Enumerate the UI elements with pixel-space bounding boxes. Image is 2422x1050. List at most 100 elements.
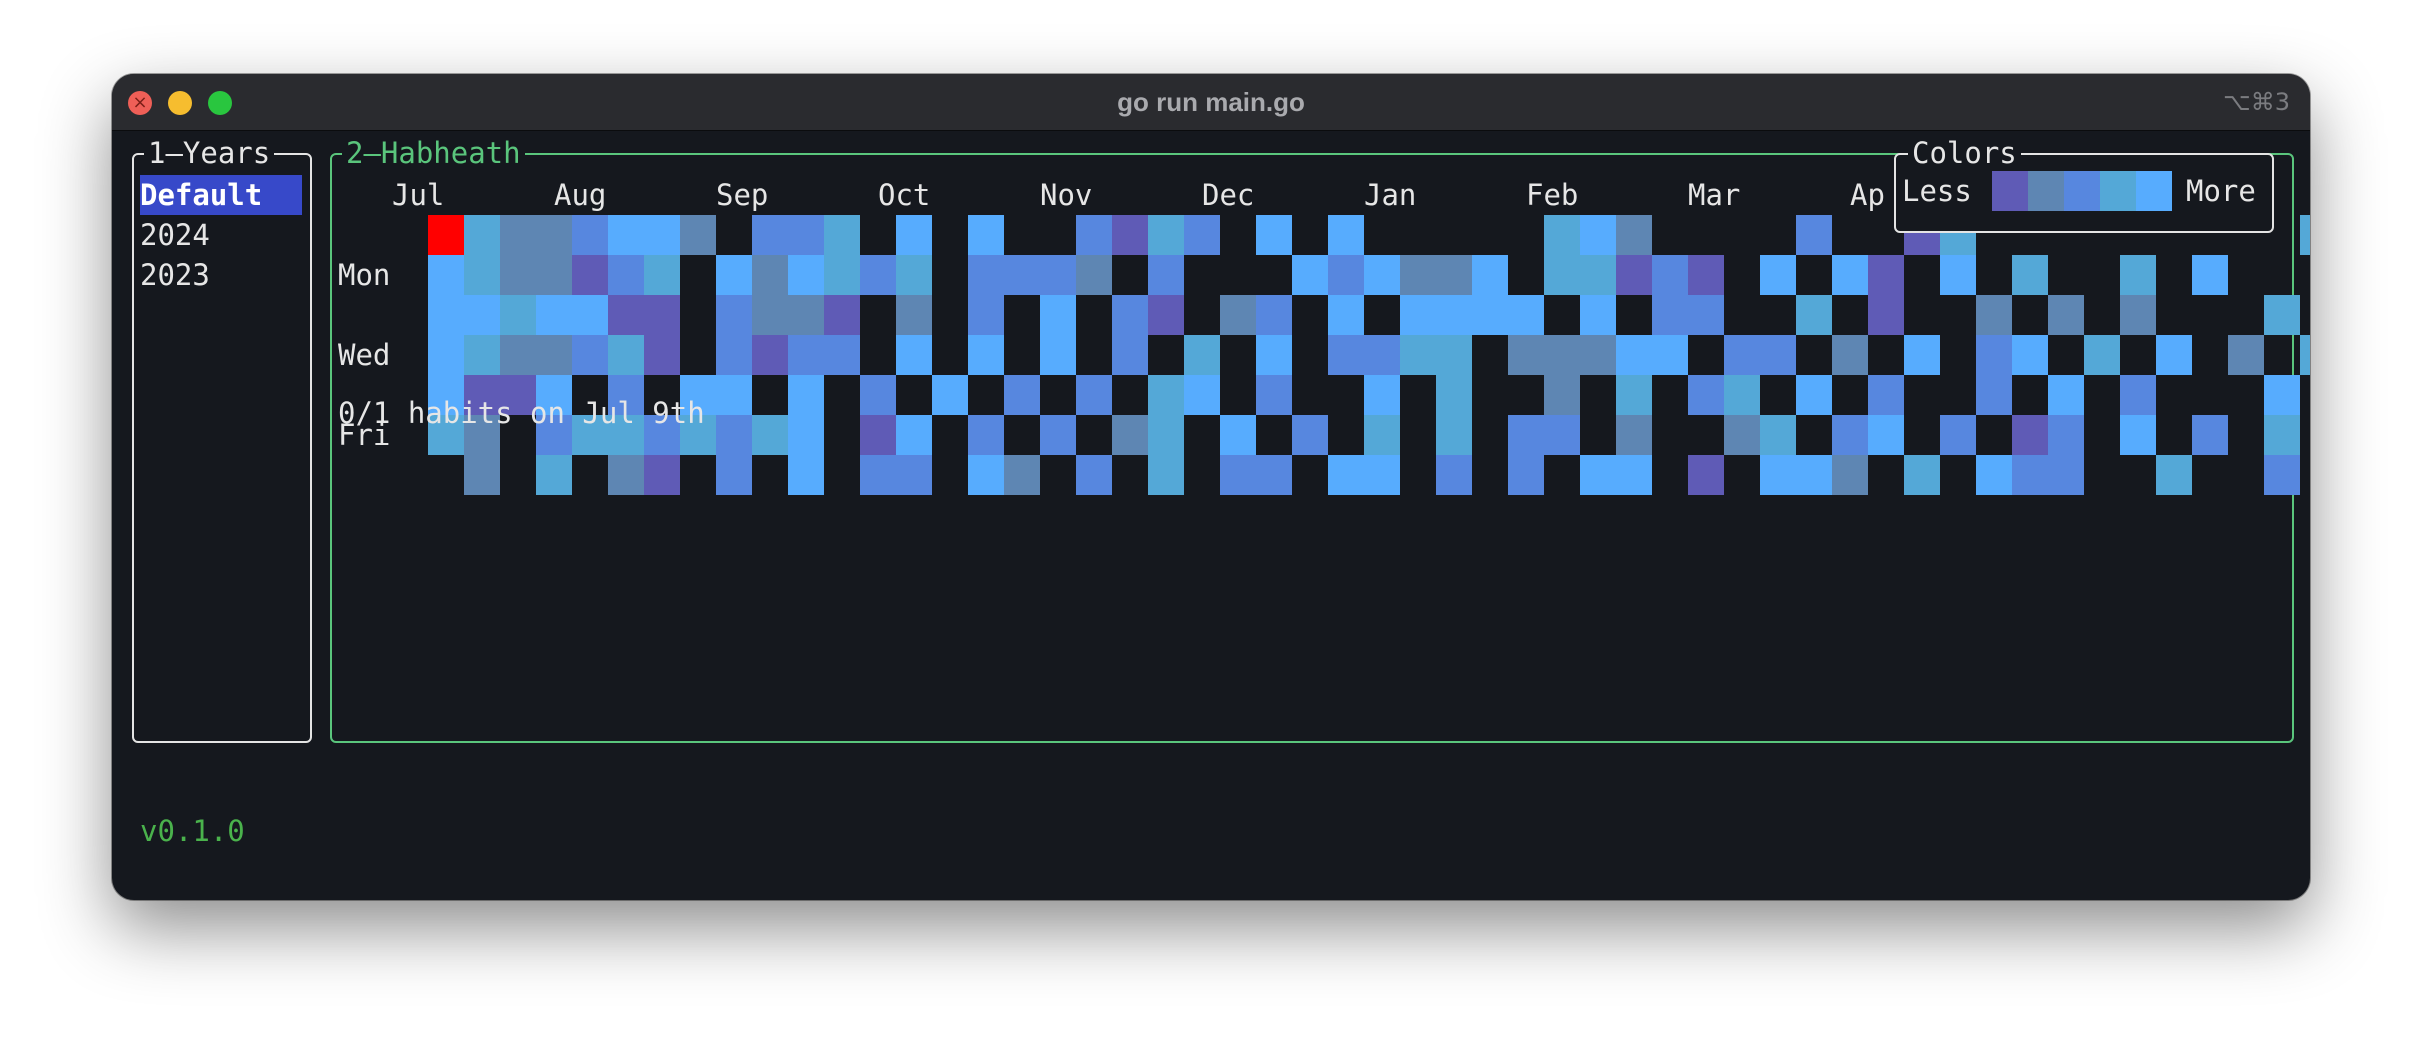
day-cell[interactable] xyxy=(464,215,500,255)
day-cell[interactable] xyxy=(2120,255,2156,295)
day-cell[interactable] xyxy=(608,255,644,295)
day-cell[interactable] xyxy=(1760,455,1796,495)
day-cell[interactable] xyxy=(1508,335,1544,375)
day-cell[interactable] xyxy=(1256,215,1292,255)
day-cell[interactable] xyxy=(968,335,1004,375)
day-cell[interactable] xyxy=(572,255,608,295)
day-cell[interactable] xyxy=(2048,415,2084,455)
day-cell[interactable] xyxy=(968,255,1004,295)
day-cell[interactable] xyxy=(1832,455,1868,495)
day-cell[interactable] xyxy=(1112,335,1148,375)
day-cell[interactable] xyxy=(1904,455,1940,495)
day-cell[interactable] xyxy=(1760,255,1796,295)
day-cell[interactable] xyxy=(1040,295,1076,335)
day-cell[interactable] xyxy=(2264,295,2300,335)
day-cell[interactable] xyxy=(932,375,968,415)
day-cell[interactable] xyxy=(716,295,752,335)
day-cell[interactable] xyxy=(608,335,644,375)
day-cell[interactable] xyxy=(2264,455,2300,495)
day-cell[interactable] xyxy=(2120,415,2156,455)
day-cell[interactable] xyxy=(716,375,752,415)
day-cell[interactable] xyxy=(428,335,464,375)
day-cell[interactable] xyxy=(896,215,932,255)
day-cell[interactable] xyxy=(1616,255,1652,295)
day-cell[interactable] xyxy=(1868,375,1904,415)
day-cell[interactable] xyxy=(500,295,536,335)
day-cell[interactable] xyxy=(1580,295,1616,335)
day-cell[interactable] xyxy=(1436,295,1472,335)
day-cell[interactable] xyxy=(716,455,752,495)
day-cell[interactable] xyxy=(2156,335,2192,375)
day-cell[interactable] xyxy=(788,455,824,495)
day-cell[interactable] xyxy=(464,335,500,375)
day-cell[interactable] xyxy=(860,375,896,415)
day-cell[interactable] xyxy=(896,295,932,335)
day-cell[interactable] xyxy=(1796,375,1832,415)
day-cell[interactable] xyxy=(428,295,464,335)
day-cell[interactable] xyxy=(1112,295,1148,335)
day-cell[interactable] xyxy=(1364,455,1400,495)
day-cell[interactable] xyxy=(1436,455,1472,495)
day-cell[interactable] xyxy=(2192,255,2228,295)
day-cell[interactable] xyxy=(968,295,1004,335)
day-cell[interactable] xyxy=(1148,295,1184,335)
day-cell[interactable] xyxy=(1256,455,1292,495)
day-cell[interactable] xyxy=(2264,375,2300,415)
day-cell[interactable] xyxy=(464,455,500,495)
day-cell[interactable] xyxy=(1580,455,1616,495)
day-cell[interactable] xyxy=(752,335,788,375)
day-cell[interactable] xyxy=(1796,215,1832,255)
day-cell[interactable] xyxy=(2012,255,2048,295)
day-cell[interactable] xyxy=(1976,295,2012,335)
day-cell[interactable] xyxy=(1148,415,1184,455)
day-cell[interactable] xyxy=(644,455,680,495)
day-cell[interactable] xyxy=(1688,455,1724,495)
day-cell[interactable] xyxy=(2228,335,2264,375)
day-cell[interactable] xyxy=(896,415,932,455)
day-cell[interactable] xyxy=(1688,295,1724,335)
day-cell[interactable] xyxy=(1904,335,1940,375)
day-cell[interactable] xyxy=(428,255,464,295)
day-cell[interactable] xyxy=(788,295,824,335)
day-cell[interactable] xyxy=(1004,375,1040,415)
day-cell[interactable] xyxy=(1868,295,1904,335)
day-cell[interactable] xyxy=(716,415,752,455)
day-cell[interactable] xyxy=(500,215,536,255)
day-cell[interactable] xyxy=(1328,295,1364,335)
day-cell[interactable] xyxy=(896,455,932,495)
day-cell[interactable] xyxy=(968,455,1004,495)
day-cell[interactable] xyxy=(896,255,932,295)
day-cell[interactable] xyxy=(1544,335,1580,375)
day-cell[interactable] xyxy=(536,215,572,255)
day-cell[interactable] xyxy=(788,335,824,375)
day-cell[interactable] xyxy=(1868,415,1904,455)
day-cell[interactable] xyxy=(1076,255,1112,295)
day-cell[interactable] xyxy=(1724,335,1760,375)
day-cell[interactable] xyxy=(752,295,788,335)
day-cell[interactable] xyxy=(1400,295,1436,335)
day-cell[interactable] xyxy=(608,215,644,255)
day-cell[interactable] xyxy=(2156,455,2192,495)
day-cell[interactable] xyxy=(644,335,680,375)
day-cell[interactable] xyxy=(1004,255,1040,295)
day-cell[interactable] xyxy=(1040,335,1076,375)
day-cell[interactable] xyxy=(1364,415,1400,455)
day-cell[interactable] xyxy=(2264,415,2300,455)
day-cell[interactable] xyxy=(1616,215,1652,255)
day-cell[interactable] xyxy=(1832,415,1868,455)
day-cell[interactable] xyxy=(824,215,860,255)
day-cell[interactable] xyxy=(1220,455,1256,495)
day-cell[interactable] xyxy=(644,255,680,295)
day-cell[interactable] xyxy=(1976,455,2012,495)
day-cell[interactable] xyxy=(1868,255,1904,295)
day-cell[interactable] xyxy=(824,335,860,375)
day-cell[interactable] xyxy=(1724,415,1760,455)
day-cell[interactable] xyxy=(1616,415,1652,455)
day-cell[interactable] xyxy=(1796,295,1832,335)
day-cell[interactable] xyxy=(1256,295,1292,335)
day-cell[interactable] xyxy=(1400,255,1436,295)
year-item[interactable]: Default xyxy=(140,175,302,215)
day-cell[interactable] xyxy=(1364,375,1400,415)
day-cell[interactable] xyxy=(2300,335,2310,375)
day-cell[interactable] xyxy=(1184,215,1220,255)
